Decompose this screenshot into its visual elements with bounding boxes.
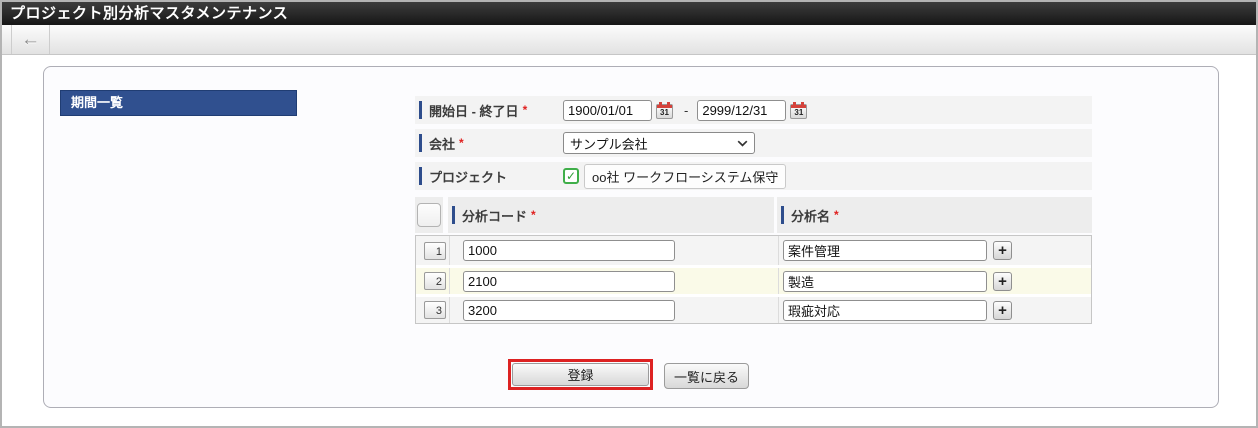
row-number-button[interactable]: 1: [424, 241, 446, 260]
analysis-code-input[interactable]: [463, 299, 675, 321]
project-checkbox[interactable]: ✓: [563, 168, 579, 184]
add-row-button[interactable]: +: [993, 300, 1012, 320]
calendar-day-label: 31: [660, 108, 669, 117]
table-row: 1 +: [416, 236, 1091, 265]
select-all-box[interactable]: [417, 203, 441, 227]
form-row-project: プロジェクト ✓ oo社 ワークフローシステム保守: [415, 162, 1092, 190]
company-label-cell: 会社 *: [415, 129, 563, 157]
register-button[interactable]: 登録: [512, 363, 649, 386]
company-selected-value: サンプル会社: [570, 136, 648, 152]
name-cell: +: [778, 236, 1091, 265]
name-column-label: 分析名: [791, 208, 831, 224]
row-number-button[interactable]: 3: [424, 301, 446, 319]
analysis-name-input[interactable]: [783, 240, 987, 261]
register-highlight-box: 登録: [508, 359, 653, 390]
code-cell: [449, 268, 778, 294]
table-row: 2 +: [416, 265, 1091, 294]
toolbar: ←: [2, 25, 1256, 55]
analysis-code-input[interactable]: [463, 240, 675, 261]
project-value-cell: ✓ oo社 ワークフローシステム保守: [563, 163, 787, 189]
date-range-value-cell: 31 - 31: [563, 99, 808, 121]
checkmark-icon: ✓: [565, 169, 577, 183]
add-row-button[interactable]: +: [993, 271, 1012, 291]
back-arrow-icon: ←: [21, 29, 40, 50]
row-number-cell: 2: [416, 268, 449, 294]
date-range-label: 開始日 - 終了日: [429, 103, 519, 119]
company-value-cell: サンプル会社: [563, 132, 755, 154]
analysis-name-input[interactable]: [783, 299, 987, 321]
form-row-date-range: 開始日 - 終了日 * 31 - 31: [415, 96, 1092, 124]
required-mark: *: [459, 136, 464, 150]
back-to-list-button[interactable]: 一覧に戻る: [664, 363, 749, 389]
code-cell: [449, 297, 778, 323]
analysis-table: 分析コード * 分析名 * 1 1000 案件管理 + 2 2100 製造 + …: [415, 197, 1092, 324]
form-area: 開始日 - 終了日 * 31 - 31: [415, 96, 1092, 195]
row-number-cell: 3: [416, 297, 449, 323]
start-date-input[interactable]: [563, 99, 652, 121]
project-label-cell: プロジェクト: [415, 162, 563, 190]
accent-bar: [419, 101, 422, 119]
code-column-label: 分析コード: [462, 208, 528, 224]
add-row-button[interactable]: +: [993, 241, 1012, 260]
required-mark: *: [522, 103, 528, 117]
form-row-company: 会社 * サンプル会社: [415, 129, 1092, 157]
required-mark: *: [834, 208, 839, 222]
date-range-label-cell: 開始日 - 終了日 *: [415, 96, 563, 124]
project-name-box: oo社 ワークフローシステム保守: [584, 163, 787, 189]
header-select-cell: [415, 197, 443, 233]
header-name-cell: 分析名 *: [777, 197, 1092, 233]
table-body: 1 + 2: [415, 235, 1092, 324]
calendar-icon[interactable]: 31: [656, 102, 673, 119]
calendar-icon[interactable]: 31: [790, 102, 808, 119]
section-title-period-list: 期間一覧: [60, 90, 297, 116]
company-label: 会社: [429, 136, 456, 152]
accent-bar: [781, 206, 784, 224]
header-code-cell: 分析コード *: [448, 197, 774, 233]
row-number-cell: 1: [416, 236, 449, 265]
name-cell: +: [778, 268, 1091, 294]
row-number-button[interactable]: 2: [424, 272, 446, 290]
end-date-input[interactable]: [697, 99, 787, 121]
back-button[interactable]: ←: [11, 25, 50, 54]
plus-icon: +: [998, 242, 1007, 259]
calendar-day-label: 31: [794, 108, 804, 117]
page-title: プロジェクト別分析マスタメンテナンス: [2, 2, 1256, 25]
required-mark: *: [531, 208, 536, 222]
plus-icon: +: [998, 301, 1007, 319]
app-window: プロジェクト別分析マスタメンテナンス ← 期間一覧 開始日 - 終了日 * 19…: [0, 0, 1258, 428]
name-cell: +: [778, 297, 1091, 323]
accent-bar: [452, 206, 455, 224]
chevron-down-icon: [737, 140, 748, 147]
project-label: プロジェクト: [429, 169, 508, 185]
analysis-code-input[interactable]: [463, 270, 675, 292]
code-cell: [449, 236, 778, 265]
analysis-name-input[interactable]: [783, 270, 987, 292]
content-area: 期間一覧 開始日 - 終了日 * 31 -: [2, 55, 1256, 426]
date-separator: -: [684, 102, 689, 118]
plus-icon: +: [998, 272, 1007, 290]
main-panel: 期間一覧 開始日 - 終了日 * 31 -: [43, 66, 1219, 408]
accent-bar: [419, 134, 422, 152]
table-row: 3 +: [416, 294, 1091, 323]
table-header: 分析コード * 分析名 *: [415, 197, 1092, 233]
accent-bar: [419, 167, 422, 185]
company-select[interactable]: サンプル会社: [563, 132, 755, 154]
